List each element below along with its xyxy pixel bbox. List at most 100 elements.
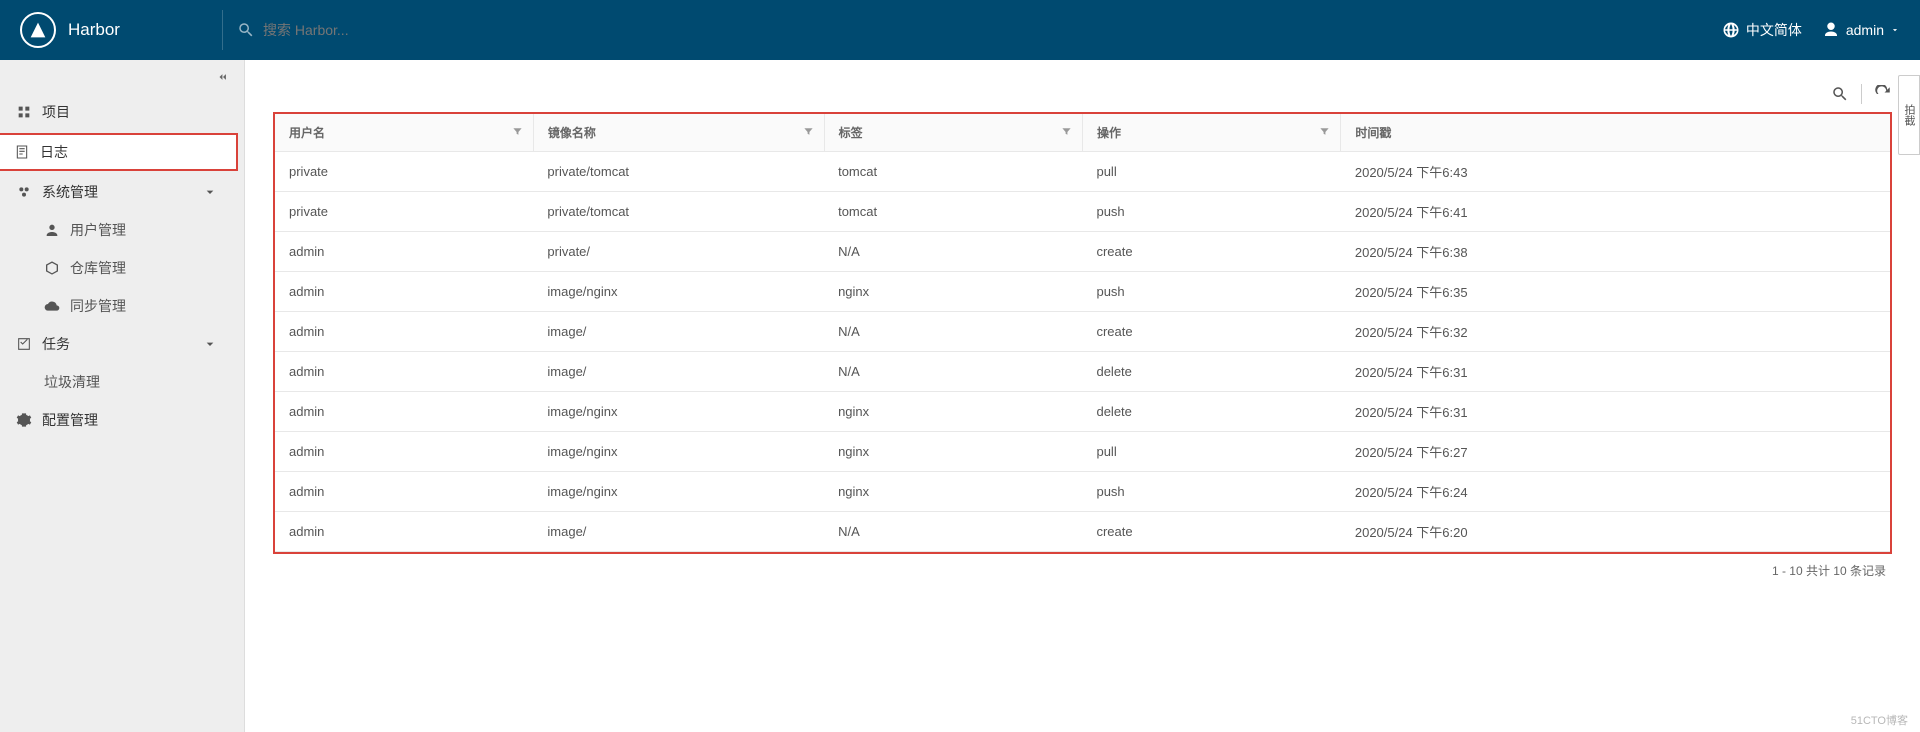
sidebar-item-label: 日志 [40, 142, 68, 162]
language-label: 中文简体 [1746, 20, 1802, 40]
col-label: 镜像名称 [548, 126, 596, 140]
cell-image: image/nginx [533, 392, 824, 432]
table-row[interactable]: adminimage/N/Adelete2020/5/24 下午6:31 [275, 352, 1890, 392]
sidebar-collapse[interactable] [0, 60, 244, 93]
cell-user: private [275, 192, 533, 232]
table-header-row: 用户名 镜像名称 标签 操作 时间戳 [275, 114, 1890, 152]
sidebar-item-repos[interactable]: 仓库管理 [0, 249, 244, 287]
search-input[interactable] [263, 22, 483, 38]
table-row[interactable]: adminimage/N/Acreate2020/5/24 下午6:32 [275, 312, 1890, 352]
sidebar-item-system[interactable]: 系统管理 [0, 173, 244, 211]
system-icon [16, 184, 32, 200]
globe-icon [1722, 21, 1740, 39]
cell-tag: N/A [824, 352, 1082, 392]
cell-tag: N/A [824, 512, 1082, 552]
sidebar-item-logs[interactable]: 日志 [0, 133, 238, 171]
cell-ts: 2020/5/24 下午6:38 [1341, 232, 1890, 272]
sidebar-item-label: 项目 [42, 102, 70, 122]
cell-tag: tomcat [824, 192, 1082, 232]
header-right: 中文简体 admin [1722, 20, 1900, 40]
table-toolbar [273, 84, 1892, 104]
col-tag[interactable]: 标签 [824, 114, 1082, 152]
cell-op: create [1082, 232, 1340, 272]
cell-user: admin [275, 272, 533, 312]
sidebar-item-users[interactable]: 用户管理 [0, 211, 244, 249]
table-row[interactable]: adminimage/nginxnginxdelete2020/5/24 下午6… [275, 392, 1890, 432]
table-row[interactable]: privateprivate/tomcattomcatpull2020/5/24… [275, 152, 1890, 192]
cell-user: admin [275, 392, 533, 432]
filter-icon[interactable] [512, 126, 523, 140]
cell-user: private [275, 152, 533, 192]
watermark: 51CTO博客 [1851, 712, 1908, 728]
cell-user: admin [275, 352, 533, 392]
user-menu[interactable]: admin [1822, 21, 1900, 39]
sidebar-item-replication[interactable]: 同步管理 [0, 287, 244, 325]
header-divider [222, 10, 223, 50]
table-row[interactable]: adminimage/nginxnginxpush2020/5/24 下午6:2… [275, 472, 1890, 512]
cell-image: image/ [533, 512, 824, 552]
sidebar-item-projects[interactable]: 项目 [0, 93, 244, 131]
filter-icon[interactable] [803, 126, 814, 140]
sidebar-item-label: 垃圾清理 [44, 372, 100, 392]
search-icon[interactable] [1831, 85, 1849, 103]
side-panel-tab[interactable]: 拍截 [1898, 75, 1920, 155]
cell-user: admin [275, 312, 533, 352]
cell-image: image/nginx [533, 272, 824, 312]
sidebar-item-label: 配置管理 [42, 410, 98, 430]
app-name: Harbor [68, 20, 120, 40]
table-row[interactable]: adminimage/nginxnginxpull2020/5/24 下午6:2… [275, 432, 1890, 472]
sidebar-item-label: 同步管理 [70, 296, 126, 316]
cell-op: push [1082, 472, 1340, 512]
col-label: 时间戳 [1355, 126, 1391, 140]
search-icon [237, 21, 255, 39]
col-label: 标签 [839, 126, 863, 140]
search-box[interactable] [237, 21, 483, 39]
sidebar-item-gc[interactable]: 垃圾清理 [0, 363, 244, 401]
cloud-sync-icon [44, 298, 60, 314]
cell-op: delete [1082, 352, 1340, 392]
cell-ts: 2020/5/24 下午6:27 [1341, 432, 1890, 472]
sidebar-item-label: 用户管理 [70, 220, 126, 240]
filter-icon[interactable] [1061, 126, 1072, 140]
col-image[interactable]: 镜像名称 [533, 114, 824, 152]
pagination-summary: 1 - 10 共计 10 条记录 [273, 554, 1892, 581]
sidebar: 项目 日志 系统管理 用户管理 仓库管理 同步管理 任务 垃圾清 [0, 60, 245, 732]
cell-image: private/tomcat [533, 152, 824, 192]
sidebar-item-tasks[interactable]: 任务 [0, 325, 244, 363]
cell-ts: 2020/5/24 下午6:31 [1341, 352, 1890, 392]
logs-table: 用户名 镜像名称 标签 操作 时间戳 privateprivate/tomcat… [273, 112, 1892, 554]
col-user[interactable]: 用户名 [275, 114, 533, 152]
language-switcher[interactable]: 中文简体 [1722, 20, 1802, 40]
table-row[interactable]: privateprivate/tomcattomcatpush2020/5/24… [275, 192, 1890, 232]
col-timestamp[interactable]: 时间戳 [1341, 114, 1890, 152]
table-row[interactable]: adminimage/nginxnginxpush2020/5/24 下午6:3… [275, 272, 1890, 312]
cell-image: private/ [533, 232, 824, 272]
table-row[interactable]: adminprivate/N/Acreate2020/5/24 下午6:38 [275, 232, 1890, 272]
col-operation[interactable]: 操作 [1082, 114, 1340, 152]
projects-icon [16, 104, 32, 120]
gear-icon [16, 412, 32, 428]
cell-ts: 2020/5/24 下午6:43 [1341, 152, 1890, 192]
cell-user: admin [275, 232, 533, 272]
cell-image: image/ [533, 352, 824, 392]
cell-op: pull [1082, 152, 1340, 192]
cell-ts: 2020/5/24 下午6:31 [1341, 392, 1890, 432]
cell-ts: 2020/5/24 下午6:20 [1341, 512, 1890, 552]
table-row[interactable]: adminimage/N/Acreate2020/5/24 下午6:20 [275, 512, 1890, 552]
cell-user: admin [275, 472, 533, 512]
cell-image: image/nginx [533, 432, 824, 472]
cell-op: create [1082, 512, 1340, 552]
harbor-logo-icon [20, 12, 56, 48]
sidebar-item-config[interactable]: 配置管理 [0, 401, 244, 439]
sidebar-item-label: 仓库管理 [70, 258, 126, 278]
refresh-icon[interactable] [1874, 85, 1892, 103]
filter-icon[interactable] [1319, 126, 1330, 140]
main-content: 用户名 镜像名称 标签 操作 时间戳 privateprivate/tomcat… [245, 60, 1920, 732]
chevron-down-icon [1890, 25, 1900, 35]
cube-icon [44, 260, 60, 276]
col-label: 用户名 [289, 126, 325, 140]
cell-tag: tomcat [824, 152, 1082, 192]
cell-user: admin [275, 432, 533, 472]
cell-image: private/tomcat [533, 192, 824, 232]
cell-tag: nginx [824, 472, 1082, 512]
